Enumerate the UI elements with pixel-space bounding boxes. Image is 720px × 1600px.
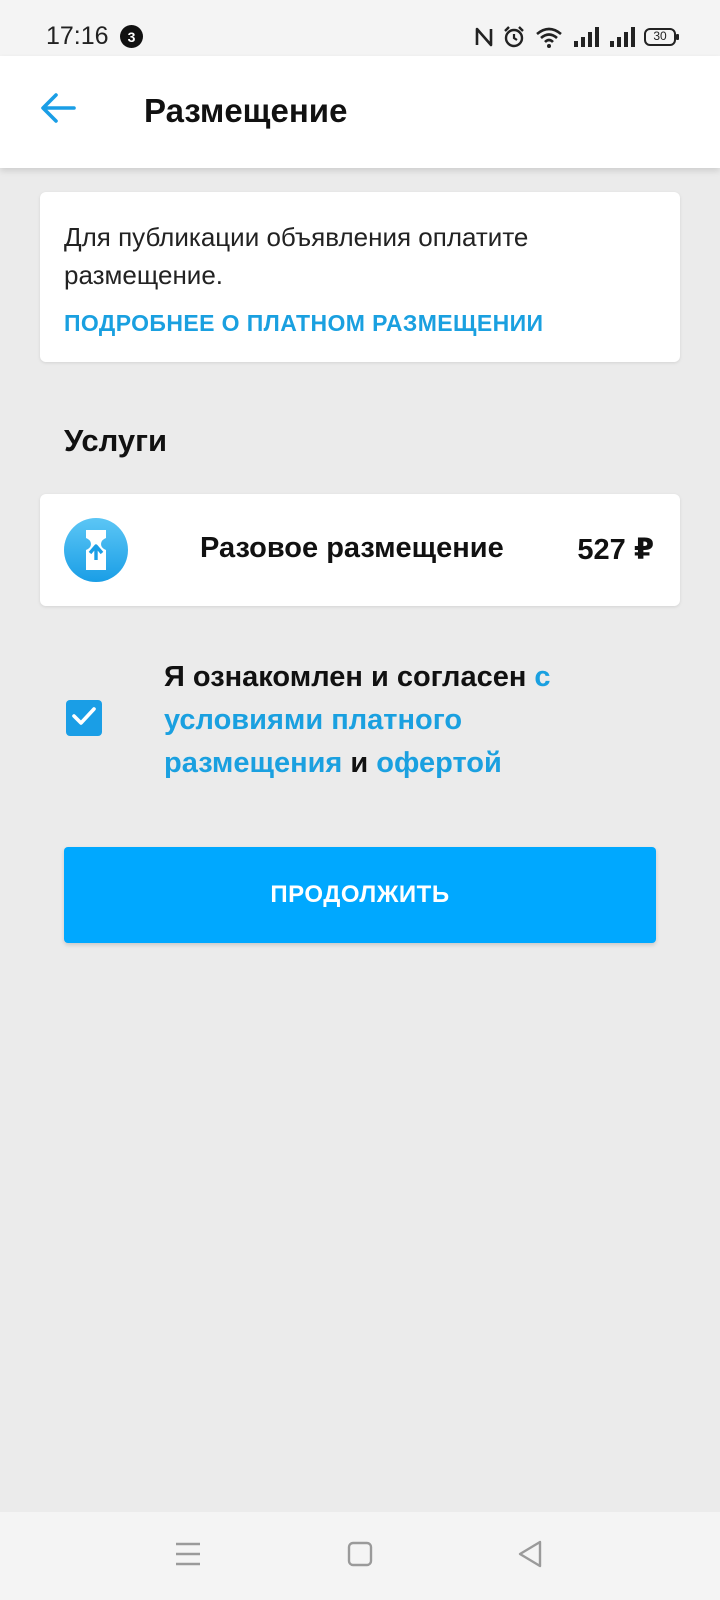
info-text: Для публикации объявления оплатите разме… xyxy=(64,222,529,290)
offer-link[interactable]: офертой xyxy=(376,747,502,779)
agreement-text-and: и xyxy=(342,747,377,779)
signal-icon xyxy=(572,26,600,48)
agreement-text: Я ознакомлен и согласен с условиями плат… xyxy=(164,656,624,785)
home-square-icon xyxy=(347,1541,373,1572)
checkmark-icon xyxy=(70,704,98,733)
agreement-checkbox[interactable] xyxy=(66,700,102,736)
agreement-text-before: Я ознакомлен и согласен xyxy=(164,661,535,693)
back-triangle-icon xyxy=(516,1539,544,1574)
info-card: Для публикации объявления оплатите разме… xyxy=(40,192,680,362)
notification-count-badge: 3 xyxy=(120,25,143,48)
paid-placement-details-link[interactable]: ПОДРОБНЕЕ О ПЛАТНОМ РАЗМЕЩЕНИИ xyxy=(64,310,543,337)
system-nav-bar xyxy=(0,1512,720,1600)
status-bar: 17:16 3 30 xyxy=(0,0,720,56)
nav-home-button[interactable] xyxy=(338,1534,382,1578)
battery-icon: 30 xyxy=(644,27,680,47)
status-time: 17:16 xyxy=(46,22,109,50)
nfc-icon xyxy=(474,26,494,48)
signal-icon xyxy=(608,26,636,48)
arrow-left-icon xyxy=(39,92,77,129)
service-price: 527 ₽ xyxy=(577,534,654,566)
page-title: Размещение xyxy=(144,92,348,129)
continue-button[interactable]: ПРОДОЛЖИТЬ xyxy=(64,847,656,943)
services-title: Услуги xyxy=(64,423,168,458)
menu-icon xyxy=(174,1541,202,1572)
app-bar: Размещение xyxy=(0,56,720,168)
nav-back-button[interactable] xyxy=(508,1534,552,1578)
back-button[interactable] xyxy=(30,82,86,138)
service-name: Разовое размещение xyxy=(200,532,504,564)
service-item[interactable]: Разовое размещение 527 ₽ xyxy=(40,494,680,606)
wifi-icon xyxy=(534,25,564,49)
nav-menu-button[interactable] xyxy=(166,1534,210,1578)
battery-level: 30 xyxy=(653,29,667,43)
ticket-upload-icon xyxy=(64,518,128,582)
status-icons: 30 xyxy=(474,22,680,52)
alarm-icon xyxy=(502,25,526,49)
